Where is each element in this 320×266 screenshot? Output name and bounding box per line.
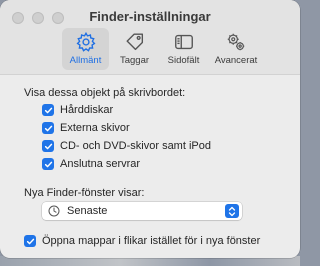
checkmark-icon bbox=[44, 125, 52, 131]
settings-tabs: Allmänt Taggar Sidofält Avancerat bbox=[62, 28, 263, 70]
cd-dvd-ipod-label: CD- och DVD-skivor samt iPod bbox=[60, 140, 211, 152]
new-window-select-value: Senaste bbox=[67, 205, 108, 217]
connected-servers-checkbox[interactable] bbox=[42, 158, 54, 170]
tab-tags[interactable]: Taggar bbox=[111, 28, 158, 70]
external-disks-label: Externa skivor bbox=[60, 122, 130, 134]
titlebar: Finder-inställningar Allmänt Taggar Sido… bbox=[0, 0, 300, 75]
tab-advanced[interactable]: Avancerat bbox=[209, 28, 263, 70]
tab-label: Allmänt bbox=[69, 55, 102, 66]
checkmark-icon bbox=[44, 143, 52, 149]
new-window-heading: Nya Finder-fönster visar: bbox=[24, 187, 145, 199]
checkmark-icon bbox=[44, 161, 52, 167]
tab-label: Sidofält bbox=[167, 55, 200, 66]
open-in-tabs-label: Öppna mappar i flikar istället för i nya… bbox=[42, 235, 261, 247]
connected-servers-label: Anslutna servrar bbox=[60, 158, 141, 170]
tab-label: Taggar bbox=[119, 55, 150, 66]
hard-disks-checkbox[interactable] bbox=[42, 104, 54, 116]
checkmark-icon bbox=[26, 238, 34, 244]
clock-icon bbox=[48, 205, 60, 217]
external-disks-option[interactable]: Externa skivor bbox=[42, 122, 130, 134]
checkmark-icon bbox=[44, 107, 52, 113]
hard-disks-label: Hårddiskar bbox=[60, 104, 114, 116]
sidebar-icon bbox=[174, 34, 193, 50]
open-in-tabs-option[interactable]: Öppna mappar i flikar istället för i nya… bbox=[24, 235, 260, 247]
new-window-select[interactable]: Senaste bbox=[42, 202, 242, 220]
gears-icon bbox=[227, 33, 245, 51]
finder-settings-window: Finder-inställningar Allmänt Taggar Sido… bbox=[0, 0, 300, 258]
tag-icon bbox=[126, 33, 143, 51]
select-chevron-icon[interactable] bbox=[225, 204, 239, 218]
tab-general[interactable]: Allmänt bbox=[62, 28, 109, 70]
cd-dvd-ipod-checkbox[interactable] bbox=[42, 140, 54, 152]
tab-label: Avancerat bbox=[214, 55, 258, 66]
tab-sidebar[interactable]: Sidofält bbox=[160, 28, 207, 70]
open-in-tabs-checkbox[interactable] bbox=[24, 235, 36, 247]
connected-servers-option[interactable]: Anslutna servrar bbox=[42, 158, 140, 170]
window-title: Finder-inställningar bbox=[89, 9, 211, 24]
desktop-items-heading: Visa dessa objekt på skrivbordet: bbox=[24, 87, 186, 99]
general-pane: Visa dessa objekt på skrivbordet: Hårddi… bbox=[0, 74, 300, 258]
cd-dvd-ipod-option[interactable]: CD- och DVD-skivor samt iPod bbox=[42, 140, 211, 152]
gear-icon bbox=[76, 31, 95, 52]
hard-disks-option[interactable]: Hårddiskar bbox=[42, 104, 113, 116]
up-down-chevron-icon bbox=[228, 206, 236, 216]
external-disks-checkbox[interactable] bbox=[42, 122, 54, 134]
